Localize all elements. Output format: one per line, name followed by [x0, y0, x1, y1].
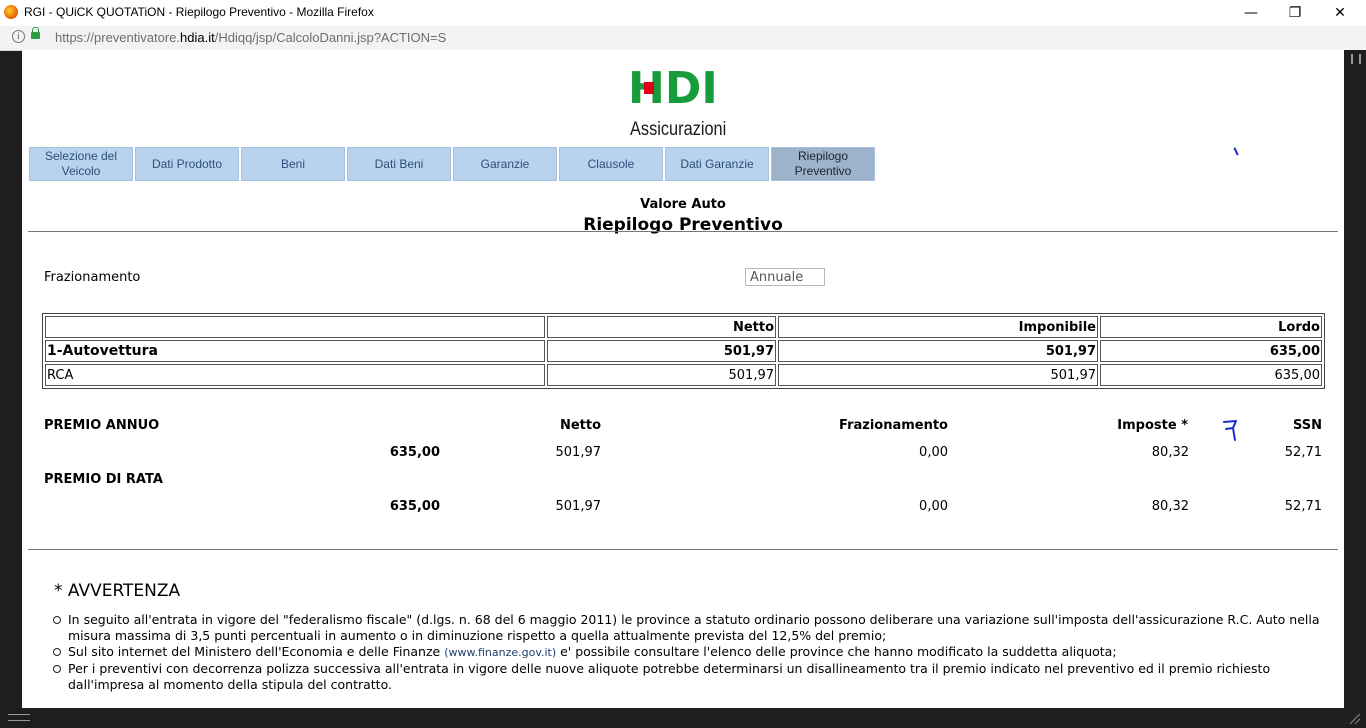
tab-selezione-veicolo[interactable]: Selezione del Veicolo [29, 147, 133, 181]
tab-dati-beni[interactable]: Dati Beni [347, 147, 451, 181]
bottom-grip[interactable] [8, 714, 30, 721]
url-domain: hdia.it [180, 30, 215, 45]
premium-table: Netto Imponibile Lordo 1-Autovettura 501… [42, 313, 1325, 389]
divider [28, 231, 1338, 232]
table-header-cell: Lordo [1100, 316, 1322, 338]
row-lordo: 635,00 [1100, 340, 1322, 362]
bottom-frame [0, 708, 1366, 728]
finanze-link[interactable]: (www.finanze.gov.it) [444, 646, 556, 659]
divider [28, 549, 1338, 550]
pen-mark [1233, 146, 1241, 156]
table-header-cell: Netto [547, 316, 776, 338]
page-content: HDI Assicurazioni Selezione del Veicolo … [22, 50, 1344, 708]
note-text: In seguito all'entrata in vigore del "fe… [68, 612, 1320, 643]
window-title: RGI - QUiCK QUOTATiON - Riepilogo Preven… [24, 5, 374, 19]
wizard-tabs: Selezione del Veicolo Dati Prodotto Beni… [29, 147, 877, 181]
page-title: Riepilogo Preventivo [583, 215, 783, 235]
premio-rata-netto: 501,97 [555, 499, 602, 514]
row-netto: 501,97 [547, 340, 776, 362]
col-imposte-header: Imposte * [1117, 418, 1188, 433]
col-netto-header: Netto [559, 418, 601, 433]
premio-annuo-ssn: 52,71 [1284, 445, 1322, 460]
resize-grip-icon[interactable] [1350, 714, 1360, 724]
row-netto: 501,97 [547, 364, 776, 386]
warning-title: * AVVERTENZA [54, 581, 181, 601]
row-imponibile: 501,97 [778, 364, 1098, 386]
list-item: Per i preventivi con decorrenza polizza … [52, 661, 1332, 693]
premio-rata-imposte: 80,32 [1151, 499, 1189, 514]
tab-dati-prodotto[interactable]: Dati Prodotto [135, 147, 239, 181]
bullet-icon [53, 665, 61, 673]
premio-annuo-imposte: 80,32 [1151, 445, 1189, 460]
row-name: 1-Autovettura [45, 340, 545, 362]
page-subtitle: Valore Auto [640, 197, 726, 212]
row-imponibile: 501,97 [778, 340, 1098, 362]
url-bar[interactable]: i https://preventivatore.hdia.it/Hdiqq/j… [0, 26, 1366, 51]
info-icon[interactable]: i [12, 30, 25, 43]
frazionamento-field[interactable]: Annuale [745, 268, 825, 286]
lock-icon [31, 27, 40, 39]
col-frazionamento-header: Frazionamento [839, 418, 948, 433]
note-text: Sul sito internet del Ministero dell'Eco… [68, 644, 445, 659]
row-name: RCA [45, 364, 545, 386]
tab-dati-garanzie[interactable]: Dati Garanzie [665, 147, 769, 181]
row-lordo: 635,00 [1100, 364, 1322, 386]
tab-garanzie[interactable]: Garanzie [453, 147, 557, 181]
premio-rata-total: 635,00 [389, 499, 440, 514]
premio-rata-ssn: 52,71 [1284, 499, 1322, 514]
list-item: In seguito all'entrata in vigore del "fe… [52, 612, 1332, 644]
table-header-cell [45, 316, 545, 338]
frazionamento-label: Frazionamento [44, 270, 141, 285]
table-header-row: Netto Imponibile Lordo [45, 316, 1322, 338]
premio-annuo-frazionamento: 0,00 [919, 445, 948, 460]
firefox-icon [4, 5, 18, 19]
hdi-logo: HDI Assicurazioni [628, 63, 738, 141]
handwritten-annotation [1223, 420, 1237, 441]
right-frame [1344, 50, 1366, 710]
logo-subtitle: Assicurazioni [630, 119, 727, 140]
table-row: 1-Autovettura 501,97 501,97 635,00 [45, 340, 1322, 362]
url-prefix: https://preventivatore. [55, 30, 181, 45]
tab-beni[interactable]: Beni [241, 147, 345, 181]
tab-riepilogo-preventivo[interactable]: Riepilogo Preventivo [771, 147, 875, 181]
premio-annuo-total: 635,00 [389, 445, 440, 460]
restore-icon[interactable]: ❐ [1280, 4, 1310, 22]
bullet-icon [53, 616, 61, 624]
window-titlebar: RGI - QUiCK QUOTATiON - Riepilogo Preven… [0, 0, 1366, 26]
table-row: RCA 501,97 501,97 635,00 [45, 364, 1322, 386]
premio-rata-frazionamento: 0,00 [919, 499, 948, 514]
note-text: Per i preventivi con decorrenza polizza … [68, 661, 1271, 692]
warning-notes: In seguito all'entrata in vigore del "fe… [52, 612, 1332, 693]
table-header-cell: Imponibile [778, 316, 1098, 338]
bullet-icon [53, 648, 61, 656]
tab-clausole[interactable]: Clausole [559, 147, 663, 181]
premio-annuo-netto: 501,97 [555, 445, 602, 460]
pane-grip[interactable] [1351, 54, 1361, 64]
premio-annuo-label: PREMIO ANNUO [44, 418, 160, 433]
logo-red-block [644, 82, 654, 94]
premio-rata-label: PREMIO DI RATA [44, 472, 163, 487]
minimize-icon[interactable]: — [1236, 4, 1266, 22]
note-text: e' possibile consultare l'elenco delle p… [556, 644, 1117, 659]
close-icon[interactable]: ✕ [1325, 4, 1355, 22]
logo-letters: HDI [628, 63, 718, 114]
list-item: Sul sito internet del Ministero dell'Eco… [52, 644, 1332, 661]
url-text[interactable]: https://preventivatore.hdia.it/Hdiqq/jsp… [55, 30, 446, 45]
url-path: /Hdiqq/jsp/CalcoloDanni.jsp?ACTION=S [214, 30, 447, 45]
